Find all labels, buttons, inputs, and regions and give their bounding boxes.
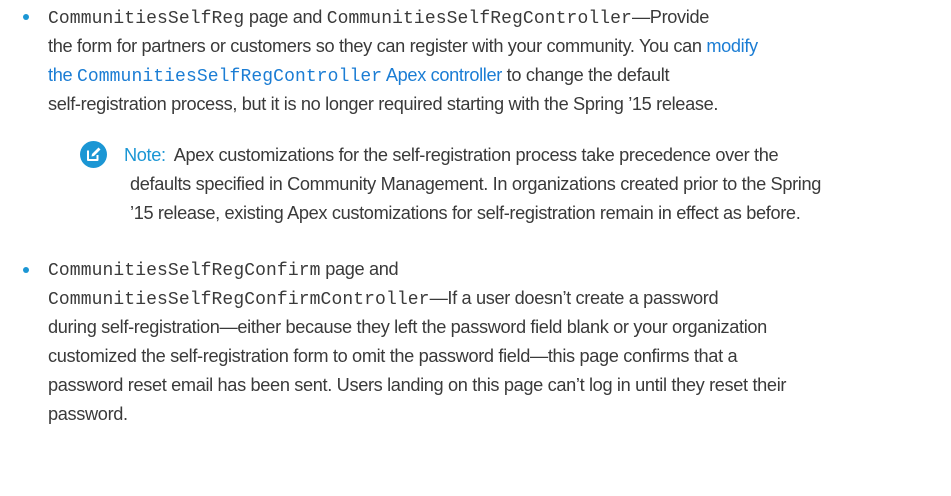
- note-label: Note:: [124, 145, 166, 165]
- list-item-line: CommunitiesSelfRegConfirmController—If a…: [48, 288, 719, 310]
- modify-controller-link-continued[interactable]: the CommunitiesSelfRegController Apex co…: [48, 65, 502, 87]
- note-line: defaults specified in Community Manageme…: [130, 174, 821, 194]
- list-item-line: CommunitiesSelfReg page and CommunitiesS…: [48, 7, 709, 29]
- bullet-dot: [23, 267, 29, 273]
- text: self-registration process, but it is no …: [48, 94, 719, 114]
- list-item-line: during self-registration—either because …: [48, 317, 767, 337]
- list-item-line: CommunitiesSelfRegConfirm page and: [48, 259, 399, 281]
- text: the form for partners or customers so th…: [48, 36, 707, 56]
- list-item-line: the CommunitiesSelfRegController Apex co…: [48, 65, 670, 87]
- text: page and: [320, 259, 399, 279]
- code-page-name: CommunitiesSelfRegConfirm: [48, 261, 321, 281]
- text: password.: [48, 404, 128, 424]
- list-item-line: the form for partners or customers so th…: [48, 36, 758, 56]
- text: customized the self-registration form to…: [48, 346, 738, 366]
- code-controller-name: CommunitiesSelfRegConfirmController: [48, 290, 430, 310]
- code-controller-name: CommunitiesSelfRegController: [326, 9, 632, 29]
- link-code[interactable]: CommunitiesSelfRegController: [77, 67, 382, 87]
- text: —If a user doesn’t create a password: [429, 288, 719, 308]
- code-page-name: CommunitiesSelfReg: [48, 9, 245, 29]
- note-line: Note: Apex customizations for the self-re…: [124, 145, 779, 165]
- document-body: CommunitiesSelfReg page and CommunitiesS…: [0, 0, 951, 496]
- list-item-line: password reset email has been sent. User…: [48, 375, 786, 395]
- list-item-line: password.: [48, 404, 128, 424]
- text: password reset email has been sent. User…: [48, 375, 787, 395]
- list-item-line: customized the self-registration form to…: [48, 346, 738, 366]
- note-text: ’15 release, existing Apex customization…: [130, 203, 801, 223]
- text: —Provide: [631, 7, 710, 27]
- modify-controller-link[interactable]: modify: [706, 36, 758, 56]
- link-text[interactable]: the: [48, 65, 77, 85]
- text: page and: [244, 7, 327, 27]
- note-line: ’15 release, existing Apex customization…: [130, 203, 801, 223]
- bullet-dot: [23, 14, 29, 20]
- list-item-line: self-registration process, but it is no …: [48, 94, 718, 114]
- note-text: Apex customizations for the self-registr…: [173, 145, 779, 165]
- edit-note-icon: [80, 141, 107, 168]
- text: during self-registration—either because …: [48, 317, 767, 337]
- link-text[interactable]: Apex controller: [382, 65, 502, 85]
- text: to change the default: [501, 65, 670, 85]
- note-text: defaults specified in Community Manageme…: [130, 174, 822, 194]
